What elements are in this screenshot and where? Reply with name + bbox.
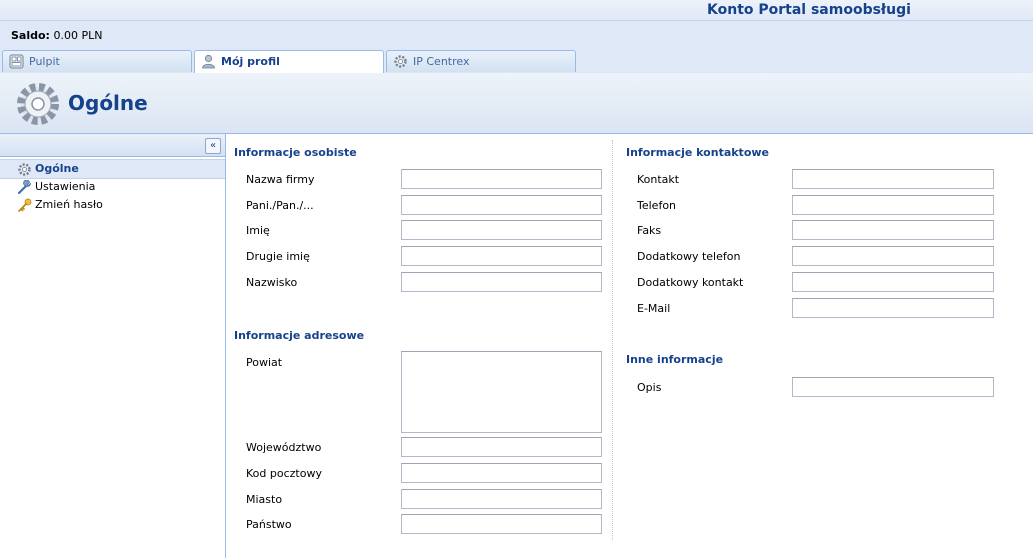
postal-code-field[interactable] (401, 463, 602, 483)
field-label: E-Mail (637, 302, 671, 315)
sidebar-item-label: Ogólne (35, 162, 79, 175)
phone-field[interactable] (792, 195, 994, 215)
user-icon (202, 54, 215, 69)
field-label: Nazwa firmy (246, 173, 315, 186)
field-label: Miasto (246, 493, 283, 506)
description-field[interactable] (792, 377, 994, 397)
field-label: Powiat (246, 356, 283, 369)
field-label: Imię (246, 224, 270, 237)
section-address-title: Informacje adresowe (234, 329, 365, 342)
fax-field[interactable] (792, 220, 994, 240)
field-label: Dodatkowy kontakt (637, 276, 744, 289)
field-label: Nazwisko (246, 276, 298, 289)
district-textarea[interactable] (401, 351, 602, 433)
additional-contact-field[interactable] (792, 272, 994, 292)
field-label: Opis (637, 381, 662, 394)
sidebar-item-label: Zmień hasło (35, 198, 103, 211)
section-personal-title: Informacje osobiste (234, 146, 357, 159)
tab-label: Pulpit (29, 55, 60, 68)
gear-icon (18, 163, 31, 176)
field-label: Drugie imię (246, 250, 310, 263)
voivodeship-field[interactable] (401, 437, 602, 457)
balance-text: Saldo: 0.00 PLN (11, 29, 102, 42)
key-icon (18, 198, 32, 212)
field-label: Województwo (246, 441, 322, 454)
main-tabs: Pulpit Mój profil IP Centrex (0, 47, 1033, 74)
last-name-field[interactable] (401, 272, 602, 292)
country-field[interactable] (401, 514, 602, 534)
balance-bar: Saldo: 0.00 PLN (0, 21, 1033, 48)
email-field[interactable] (792, 298, 994, 318)
field-label: Kod pocztowy (246, 467, 322, 480)
middle-name-field[interactable] (401, 246, 602, 266)
sidebar-item-ustawienia[interactable]: Ustawienia (0, 178, 225, 196)
collapse-button[interactable]: « (205, 138, 221, 154)
gear-icon (394, 55, 407, 68)
section-other-title: Inne informacje (626, 353, 724, 366)
sidebar-header: « (0, 134, 225, 157)
column-divider (612, 140, 613, 540)
sidebar-item-zmien-haslo[interactable]: Zmień hasło (0, 196, 225, 214)
section-contact-title: Informacje kontaktowe (626, 146, 769, 159)
salutation-field[interactable] (401, 195, 602, 215)
field-label: Kontakt (637, 173, 680, 186)
field-label: Państwo (246, 518, 292, 531)
dashboard-icon (9, 54, 24, 69)
sidebar-item-label: Ustawienia (35, 180, 96, 193)
first-name-field[interactable] (401, 220, 602, 240)
tab-label: IP Centrex (413, 55, 470, 68)
tab-ip-centrex[interactable]: IP Centrex (386, 50, 576, 72)
field-label: Faks (637, 224, 662, 237)
sidebar: « Ogólne Ustawienia Zmień hasło (0, 134, 226, 558)
gear-icon (17, 83, 59, 125)
field-label: Pani./Pan./... (246, 199, 314, 212)
balance-label: Saldo: (11, 29, 50, 42)
wrench-icon (17, 180, 31, 195)
city-field[interactable] (401, 489, 602, 509)
balance-value: 0.00 PLN (53, 29, 103, 42)
contact-field[interactable] (792, 169, 994, 189)
page-header: Ogólne (0, 73, 1033, 134)
additional-phone-field[interactable] (792, 246, 994, 266)
field-label: Dodatkowy telefon (637, 250, 741, 263)
field-label: Telefon (637, 199, 677, 212)
tab-pulpit[interactable]: Pulpit (2, 50, 192, 72)
sidebar-item-ogolne[interactable]: Ogólne (0, 159, 225, 179)
portal-title: Konto Portal samoobsługi (707, 2, 911, 18)
top-bar: Konto Portal samoobsługi (0, 0, 1033, 21)
tab-moj-profil[interactable]: Mój profil (194, 50, 384, 74)
company-name-field[interactable] (401, 169, 602, 189)
tab-label: Mój profil (221, 55, 280, 68)
page-title: Ogólne (68, 91, 148, 115)
